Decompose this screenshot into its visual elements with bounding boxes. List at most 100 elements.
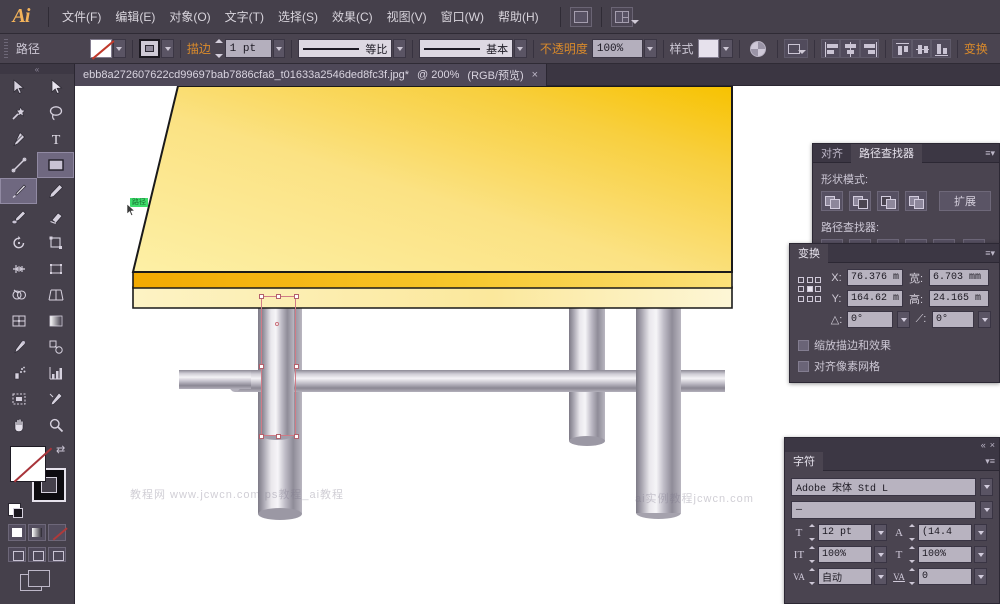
shape-builder-tool[interactable] <box>0 282 37 308</box>
selection-handle-mr[interactable] <box>294 364 299 369</box>
selection-handle-br[interactable] <box>294 434 299 439</box>
fill-color-indicator[interactable] <box>10 446 46 482</box>
eraser-tool[interactable] <box>37 204 74 230</box>
selection-handle-ml[interactable] <box>259 364 264 369</box>
menu-type[interactable]: 文字(T) <box>218 6 271 28</box>
leading-input[interactable]: (14.4 <box>918 524 972 541</box>
horizontal-scale-stepper[interactable] <box>909 546 916 563</box>
selection-handle-tr[interactable] <box>294 294 299 299</box>
selection-tool[interactable] <box>0 74 37 100</box>
rectangle-tool[interactable] <box>37 152 74 178</box>
document-tab[interactable]: ebb8a272607622cd99697bab7886cfa8_t01633a… <box>75 64 548 86</box>
leading-stepper[interactable] <box>909 524 916 541</box>
opacity-label[interactable]: 不透明度 <box>540 40 588 57</box>
font-style-input[interactable]: — <box>791 501 976 519</box>
kerning-dropdown-icon[interactable] <box>874 568 887 585</box>
align-pixel-grid-checkbox[interactable] <box>798 360 809 372</box>
y-input[interactable]: 164.62 m <box>847 290 903 307</box>
line-segment-tool[interactable] <box>0 152 37 178</box>
gradient-tool[interactable] <box>37 308 74 334</box>
scale-strokes-row[interactable]: 缩放描边和效果 <box>798 337 991 353</box>
arrange-documents-icon[interactable] <box>610 6 639 27</box>
opacity-dropdown-icon[interactable] <box>643 39 657 58</box>
tracking-stepper[interactable] <box>909 568 916 585</box>
free-transform-tool[interactable] <box>37 256 74 282</box>
menu-edit[interactable]: 编辑(E) <box>108 6 162 28</box>
tools-panel-collapse-icon[interactable]: « <box>0 64 74 74</box>
align-center-icon[interactable] <box>840 39 860 58</box>
x-input[interactable]: 76.376 m <box>847 269 903 286</box>
swap-fill-stroke-icon[interactable]: ⇄ <box>56 444 68 456</box>
graphic-style-swatch[interactable] <box>697 39 720 58</box>
variable-width-profile-select[interactable]: 等比 <box>298 39 393 58</box>
tab-pathfinder[interactable]: 路径查找器 <box>851 143 922 163</box>
width-profile-dropdown-icon[interactable] <box>393 39 407 58</box>
draw-behind-icon[interactable] <box>28 547 46 562</box>
minus-front-icon[interactable] <box>849 191 871 211</box>
blend-tool[interactable] <box>37 334 74 360</box>
font-family-dropdown-icon[interactable] <box>980 478 993 496</box>
style-dropdown-icon[interactable] <box>720 39 733 58</box>
brush-definition-select[interactable]: 基本 <box>419 39 514 58</box>
stroke-weight-dropdown-icon[interactable] <box>272 39 286 58</box>
menu-window[interactable]: 窗口(W) <box>434 6 491 28</box>
default-fill-stroke-icon[interactable] <box>8 503 23 518</box>
selection-handle-bl[interactable] <box>259 434 264 439</box>
menu-view[interactable]: 视图(V) <box>380 6 434 28</box>
leading-dropdown-icon[interactable] <box>974 524 987 541</box>
brush-dropdown-icon[interactable] <box>514 39 527 58</box>
change-screen-mode-icon[interactable] <box>20 570 50 592</box>
align-right-icon[interactable] <box>859 39 880 58</box>
blob-brush-tool[interactable] <box>0 204 37 230</box>
rotate-dropdown-icon[interactable] <box>897 311 910 328</box>
vertical-scale-dropdown-icon[interactable] <box>874 546 887 563</box>
anchor-point-center[interactable] <box>275 322 279 326</box>
vertical-scale-stepper[interactable] <box>809 546 816 563</box>
font-size-input[interactable]: 12 pt <box>818 524 872 541</box>
rotate-input[interactable]: 0° <box>847 311 893 328</box>
mesh-tool[interactable] <box>0 308 37 334</box>
tracking-dropdown-icon[interactable] <box>974 568 987 585</box>
isolate-selection-icon[interactable] <box>784 39 808 58</box>
artboard-tool[interactable] <box>0 386 37 412</box>
menu-file[interactable]: 文件(F) <box>55 6 108 28</box>
hand-tool[interactable] <box>0 412 37 438</box>
collapse-panel-icon[interactable]: « <box>981 440 986 450</box>
close-icon[interactable]: × <box>990 440 995 450</box>
selection-handle-tl[interactable] <box>259 294 264 299</box>
horizontal-scale-input[interactable]: 100% <box>918 546 972 563</box>
zoom-tool[interactable] <box>37 412 74 438</box>
character-panel[interactable]: « × 字符 ▾≡ Adobe 宋体 Std L — T 12 pt A (14… <box>784 437 1000 604</box>
paintbrush-tool[interactable] <box>0 178 37 204</box>
horizontal-scale-dropdown-icon[interactable] <box>974 546 987 563</box>
tab-align[interactable]: 对齐 <box>813 144 851 163</box>
distribute-middle-icon[interactable] <box>911 39 932 58</box>
symbol-sprayer-tool[interactable] <box>0 360 37 386</box>
pen-tool[interactable] <box>0 126 37 152</box>
transform-panel[interactable]: 变换 ≡▾ X: 76.376 m 宽: 6.703 mm Y: 164.62 … <box>789 243 1000 383</box>
selection-handle-bc[interactable] <box>276 434 281 439</box>
font-family-input[interactable]: Adobe 宋体 Std L <box>791 478 976 496</box>
opacity-input[interactable]: 100% <box>591 39 643 58</box>
stroke-weight-input[interactable]: 1 pt <box>224 39 272 58</box>
menu-select[interactable]: 选择(S) <box>271 6 325 28</box>
scale-tool[interactable] <box>37 230 74 256</box>
font-style-dropdown-icon[interactable] <box>980 501 993 519</box>
pencil-tool[interactable] <box>37 178 74 204</box>
transparency-icon-wrap[interactable] <box>746 40 771 57</box>
intersect-icon[interactable] <box>877 191 899 211</box>
exclude-icon[interactable] <box>905 191 927 211</box>
solid-color-icon[interactable] <box>8 524 26 541</box>
font-size-stepper[interactable] <box>809 524 816 541</box>
align-pixel-grid-row[interactable]: 对齐像素网格 <box>798 358 991 374</box>
scale-strokes-checkbox[interactable] <box>798 339 809 351</box>
kerning-stepper[interactable] <box>809 568 816 585</box>
direct-selection-tool[interactable] <box>37 74 74 100</box>
perspective-grid-tool[interactable] <box>37 282 74 308</box>
transform-link[interactable]: 变换 <box>964 40 988 57</box>
draw-inside-icon[interactable] <box>48 547 66 562</box>
distribute-bottom-icon[interactable] <box>931 39 951 58</box>
panel-menu-icon[interactable]: ≡▾ <box>985 148 995 159</box>
bridge-icon[interactable] <box>569 6 592 27</box>
slice-tool[interactable] <box>37 386 74 412</box>
